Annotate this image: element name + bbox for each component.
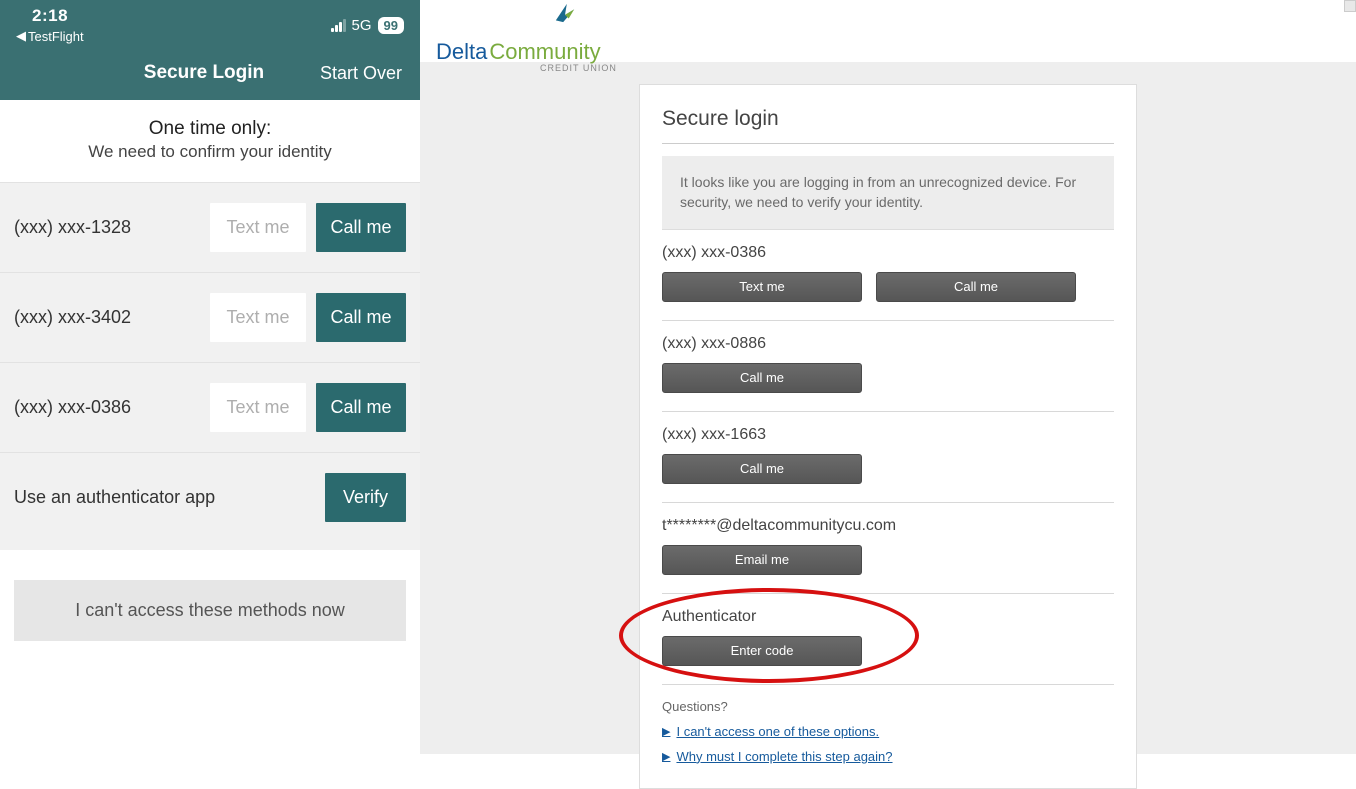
logo-text-community: Community xyxy=(489,39,600,65)
phone-label: (xxx) xxx-0886 xyxy=(662,335,1114,353)
info-message: It looks like you are logging in from an… xyxy=(662,156,1114,230)
web-method-row: t********@deltacommunitycu.com Email me xyxy=(662,503,1114,594)
call-me-button[interactable]: Call me xyxy=(316,203,406,252)
desktop-screenshot: Delta Community CREDIT UNION Secure logi… xyxy=(420,0,1356,754)
authenticator-label: Authenticator xyxy=(662,608,1114,626)
logo-text-delta: Delta xyxy=(436,39,487,65)
web-method-row: (xxx) xxx-0386 Text me Call me xyxy=(662,230,1114,321)
verify-button[interactable]: Verify xyxy=(325,473,406,522)
call-me-button[interactable]: Call me xyxy=(316,293,406,342)
mobile-screenshot: 2:18 ◀ TestFlight 5G 99 Secure Login Sta… xyxy=(0,0,420,754)
logo: Delta Community xyxy=(436,39,1340,65)
start-over-button[interactable]: Start Over xyxy=(320,63,402,84)
text-me-button[interactable]: Text me xyxy=(210,203,306,252)
text-me-button[interactable]: Text me xyxy=(210,383,306,432)
text-me-button[interactable]: Text me xyxy=(210,293,306,342)
status-bar: 2:18 ◀ TestFlight 5G 99 xyxy=(0,0,420,48)
text-me-button[interactable]: Text me xyxy=(662,272,862,302)
one-time-message: One time only: We need to confirm your i… xyxy=(0,100,420,182)
questions-title: Questions? xyxy=(662,699,1114,714)
web-method-authenticator: Authenticator Enter code xyxy=(662,594,1114,685)
method-row: (xxx) xxx-1328 Text me Call me xyxy=(0,182,420,273)
phone-label: (xxx) xxx-0386 xyxy=(662,244,1114,262)
enter-code-button[interactable]: Enter code xyxy=(662,636,862,666)
email-label: t********@deltacommunitycu.com xyxy=(662,517,1114,535)
logo-bird-icon xyxy=(554,2,576,24)
status-icons: 5G 99 xyxy=(331,17,404,34)
email-me-button[interactable]: Email me xyxy=(662,545,862,575)
call-me-button[interactable]: Call me xyxy=(662,363,862,393)
cant-access-button[interactable]: I can't access these methods now xyxy=(14,580,406,641)
desktop-header: Delta Community CREDIT UNION xyxy=(420,0,1356,62)
phone-label: (xxx) xxx-1663 xyxy=(662,426,1114,444)
network-label: 5G xyxy=(352,17,372,34)
triangle-icon: ▶ xyxy=(662,725,670,738)
mobile-header: Secure Login Start Over xyxy=(0,48,420,100)
logo-subtitle: CREDIT UNION xyxy=(540,63,1340,73)
page-title: Secure Login xyxy=(88,62,320,84)
battery-icon: 99 xyxy=(378,17,404,34)
method-row: (xxx) xxx-0386 Text me Call me xyxy=(0,363,420,453)
back-to-app[interactable]: ◀ TestFlight xyxy=(16,28,84,44)
one-time-title: One time only: xyxy=(10,118,410,140)
authenticator-row: Use an authenticator app Verify xyxy=(0,453,420,550)
questions-section: Questions? ▶I can't access one of these … xyxy=(662,685,1114,788)
call-me-button[interactable]: Call me xyxy=(316,383,406,432)
phone-label: (xxx) xxx-1328 xyxy=(14,217,210,238)
method-row: (xxx) xxx-3402 Text me Call me xyxy=(0,273,420,363)
one-time-subtitle: We need to confirm your identity xyxy=(10,142,410,162)
phone-label: (xxx) xxx-3402 xyxy=(14,307,210,328)
card-title: Secure login xyxy=(662,107,1114,144)
authenticator-label: Use an authenticator app xyxy=(14,487,325,508)
status-time: 2:18 xyxy=(32,6,84,26)
web-method-row: (xxx) xxx-0886 Call me xyxy=(662,321,1114,412)
call-me-button[interactable]: Call me xyxy=(876,272,1076,302)
signal-icon xyxy=(331,19,346,32)
call-me-button[interactable]: Call me xyxy=(662,454,862,484)
secure-login-card: Secure login It looks like you are loggi… xyxy=(639,84,1137,789)
scrollbar-stub xyxy=(1344,0,1356,12)
web-method-row: (xxx) xxx-1663 Call me xyxy=(662,412,1114,503)
cant-access-link[interactable]: ▶I can't access one of these options. xyxy=(662,724,1114,739)
phone-label: (xxx) xxx-0386 xyxy=(14,397,210,418)
why-again-link[interactable]: ▶Why must I complete this step again? xyxy=(662,749,1114,764)
triangle-icon: ▶ xyxy=(662,750,670,763)
